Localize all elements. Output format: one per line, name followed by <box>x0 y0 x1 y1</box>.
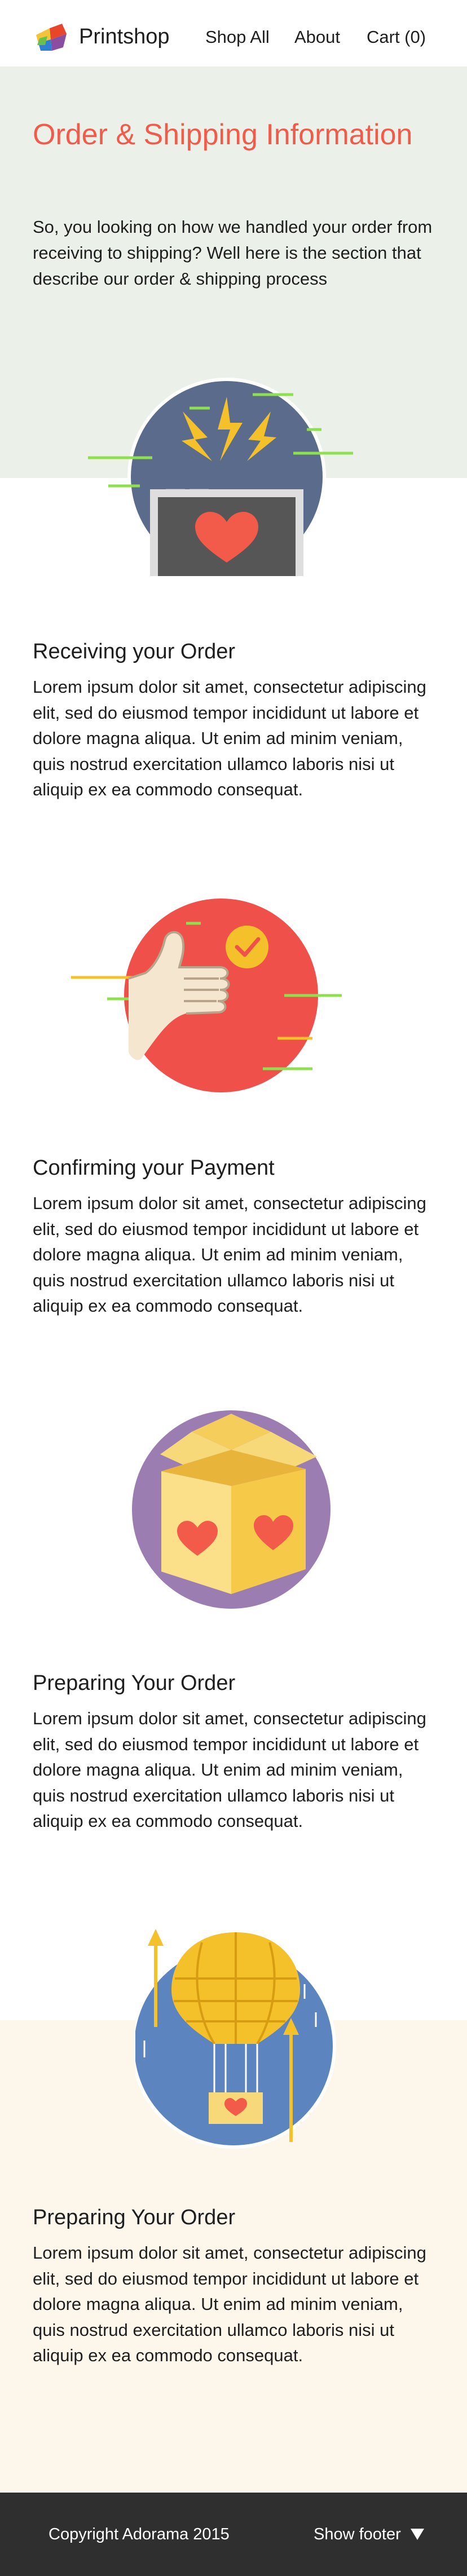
caret-down-icon[interactable] <box>411 2529 424 2540</box>
section-body: Lorem ipsum dolor sit amet, consectetur … <box>33 1193 426 1316</box>
section-title: Receiving your Order <box>33 640 236 663</box>
section-title: Confirming your Payment <box>33 1156 275 1180</box>
section-title: Preparing Your Order <box>33 2206 236 2229</box>
nav-shop-all[interactable]: Shop All <box>205 26 270 48</box>
section-body: Lorem ipsum dolor sit amet, consectetur … <box>33 2243 426 2365</box>
nav-about[interactable]: About <box>294 26 340 48</box>
thumbs-up-check-icon <box>71 895 342 1096</box>
package-box-icon <box>129 1407 334 1612</box>
hero-description: So, you looking on how we handled your o… <box>33 217 433 289</box>
site-header: Printshop Shop All About Cart (0) <box>0 0 467 67</box>
hot-air-balloon-icon <box>135 1929 336 2149</box>
charging-heart-laptop-icon <box>88 378 353 576</box>
nav-cart[interactable]: Cart (0) <box>367 26 426 48</box>
section-body: Lorem ipsum dolor sit amet, consectetur … <box>33 677 426 799</box>
copyright-text: Copyright Adorama 2015 <box>49 2525 230 2543</box>
site-footer: Copyright Adorama 2015 Show footer <box>0 2493 467 2576</box>
section-body: Lorem ipsum dolor sit amet, consectetur … <box>33 1709 426 1831</box>
brand-name[interactable]: Printshop <box>79 23 170 51</box>
show-footer-button[interactable]: Show footer <box>314 2524 401 2544</box>
printshop-logo-icon[interactable] <box>33 23 70 52</box>
section-title: Preparing Your Order <box>33 1671 236 1695</box>
page-title: Order & Shipping Information <box>33 118 413 151</box>
